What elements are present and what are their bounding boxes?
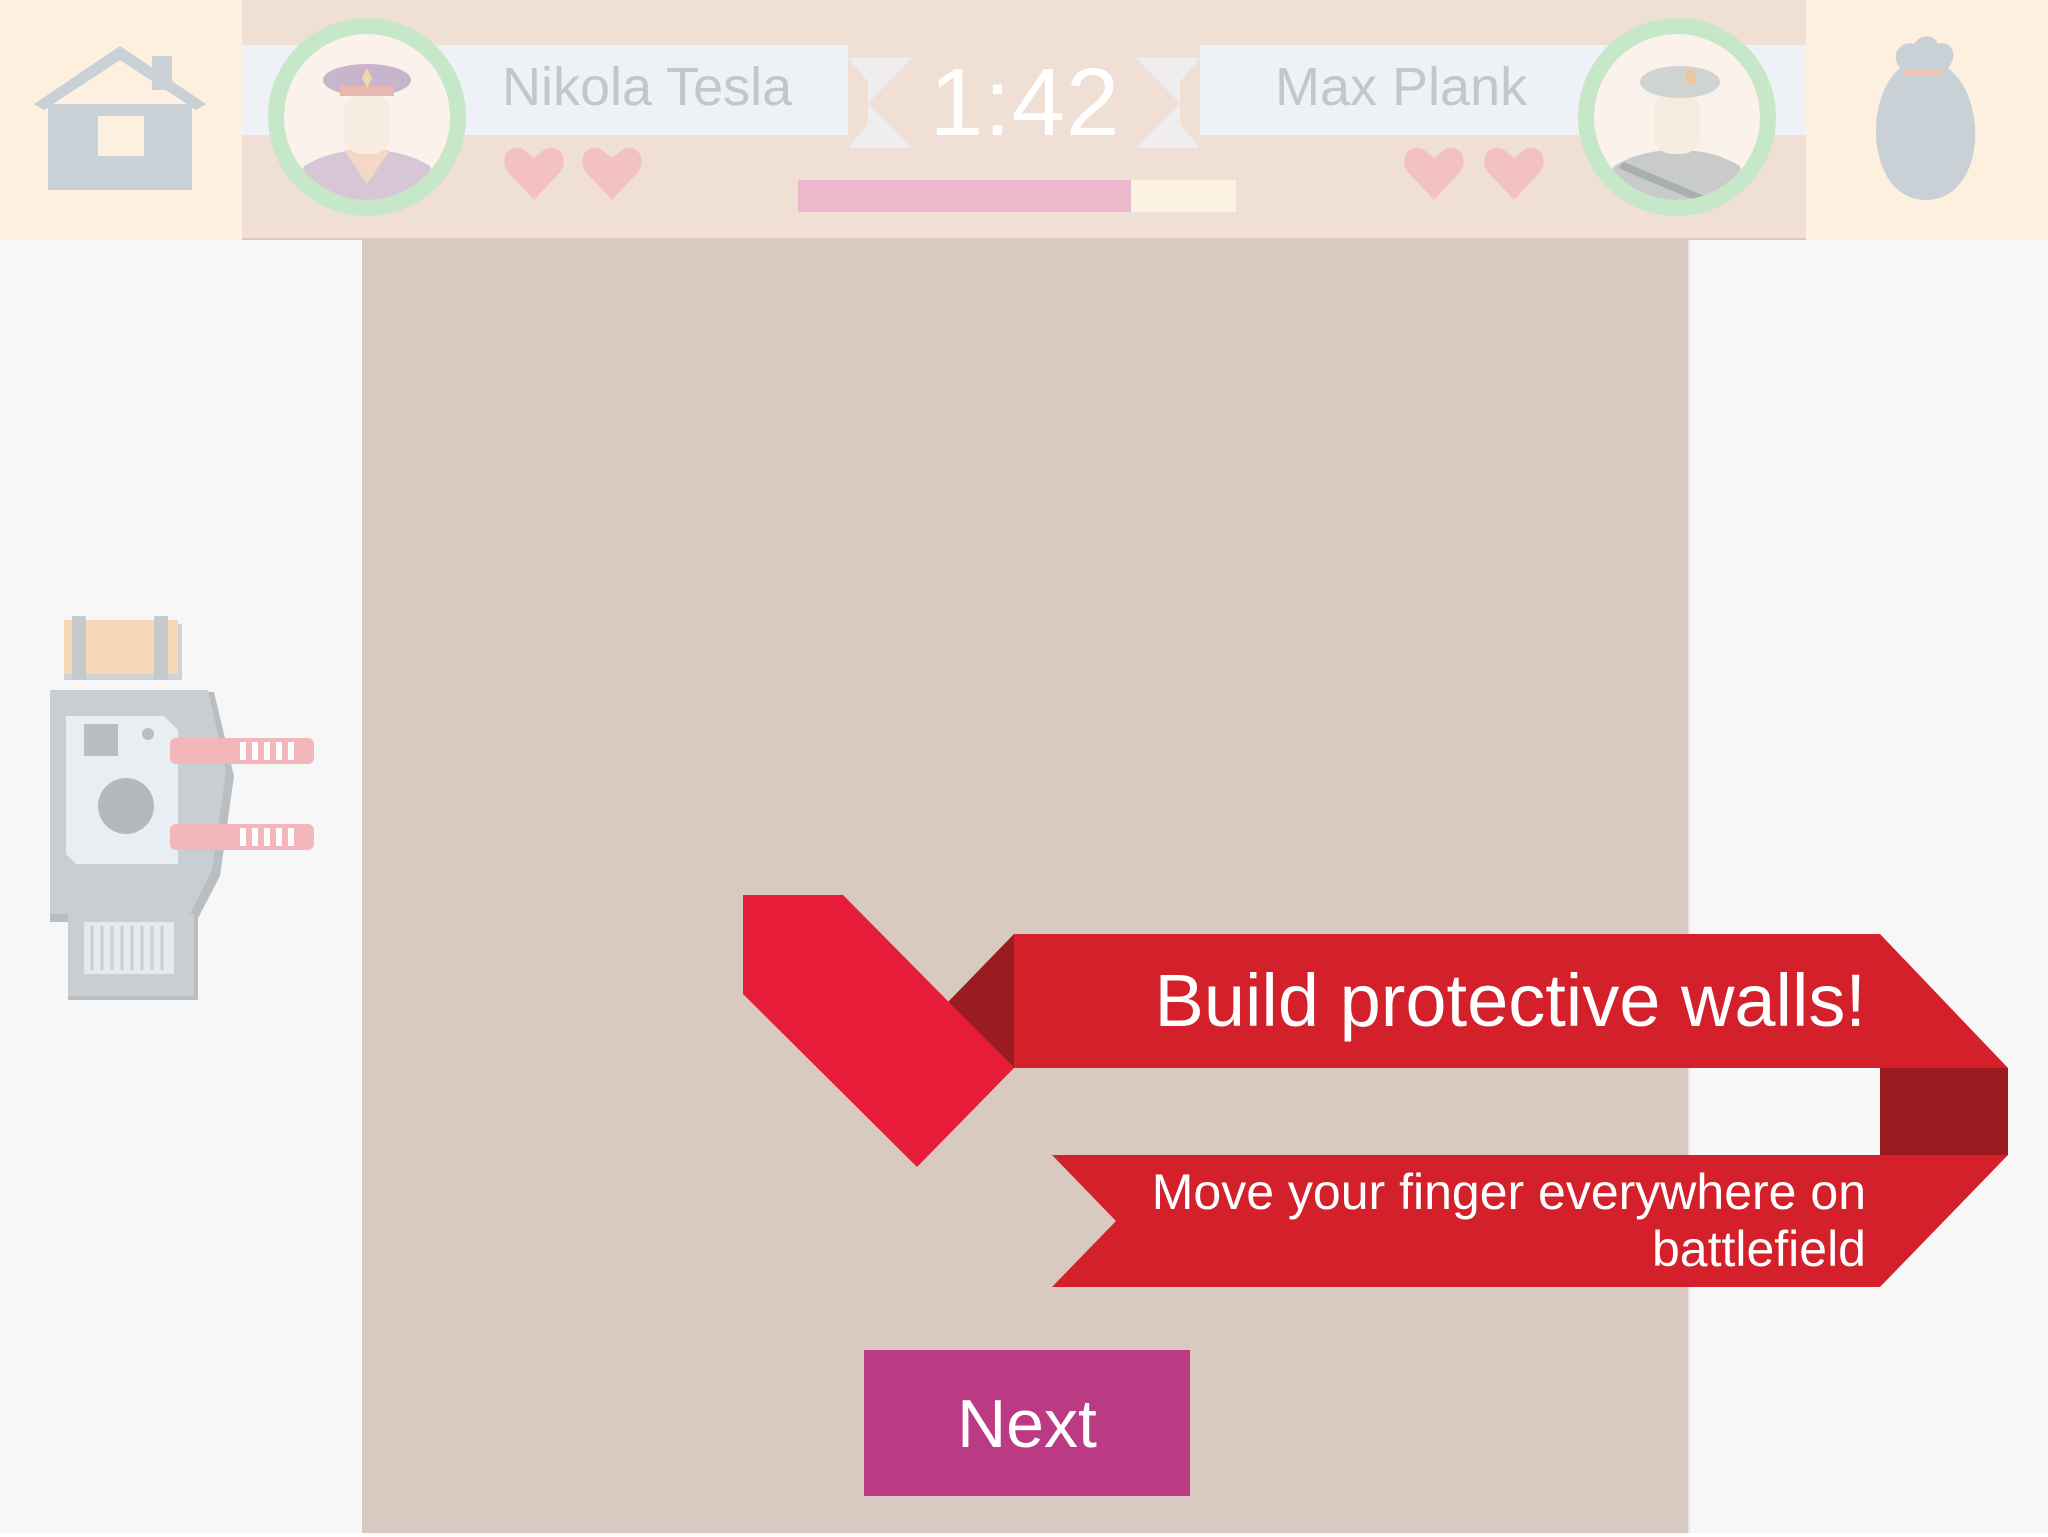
tutorial-title: Build protective walls! (1154, 959, 1866, 1042)
tutorial-ribbon (743, 895, 2008, 1287)
tutorial-subtitle: Move your finger everywhere on battlefie… (1151, 1164, 1866, 1277)
game-screen: Nikola Tesla 1:42 Max Plank Build protec… (0, 0, 2048, 1537)
ribbon-fold-right (1880, 1068, 2008, 1155)
checkmark-icon (743, 895, 1014, 1167)
next-button[interactable]: Next (864, 1350, 1190, 1496)
